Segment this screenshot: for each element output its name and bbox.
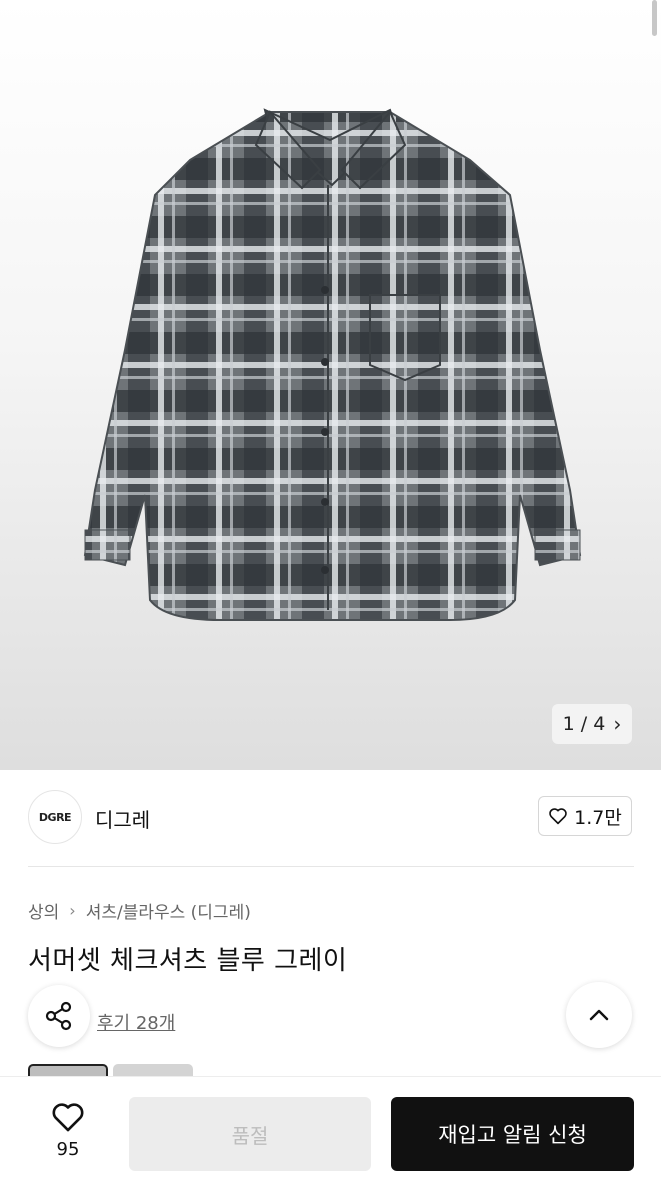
- reviews-link[interactable]: 후기 28개: [97, 1009, 175, 1035]
- heart-icon: [549, 808, 567, 825]
- scrollbar[interactable]: [652, 0, 657, 36]
- breadcrumb: 상의 › 셔츠/블라우스 (디그레): [28, 898, 251, 923]
- brand-logo-text: DGRE: [38, 810, 72, 824]
- image-counter[interactable]: 1 / 4 ›: [552, 704, 632, 744]
- product-image-gallery[interactable]: 1 / 4 ›: [0, 0, 661, 770]
- image-counter-text: 1 / 4: [562, 713, 606, 735]
- divider: [28, 866, 634, 867]
- brand-logo[interactable]: DGRE: [28, 790, 82, 844]
- breadcrumb-category[interactable]: 상의: [28, 898, 59, 923]
- soldout-button[interactable]: 품절: [129, 1097, 371, 1171]
- chevron-right-icon: ›: [69, 901, 76, 920]
- breadcrumb-subcategory[interactable]: 셔츠/블라우스 (디그레): [86, 898, 251, 923]
- share-icon: [45, 1001, 72, 1031]
- wishlist-count: 95: [56, 1139, 80, 1160]
- product-title: 서머셋 체크셔츠 블루 그레이: [28, 946, 348, 976]
- brand-name[interactable]: 디그레: [95, 804, 150, 833]
- heart-icon: [52, 1103, 84, 1132]
- bottom-action-bar: 95 품절 재입고 알림 신청: [0, 1076, 661, 1201]
- wishlist-button[interactable]: 95: [38, 1101, 98, 1160]
- product-image: [83, 108, 582, 621]
- scroll-top-button[interactable]: [566, 982, 632, 1048]
- brand-like-count: 1.7만: [574, 806, 622, 829]
- chevron-right-icon: ›: [613, 712, 622, 736]
- share-button[interactable]: [28, 985, 90, 1047]
- brand-row[interactable]: DGRE 디그레 1.7만: [28, 790, 634, 848]
- brand-like-button[interactable]: 1.7만: [538, 796, 632, 836]
- chevron-up-icon: [589, 1009, 609, 1021]
- restock-alert-button[interactable]: 재입고 알림 신청: [391, 1097, 634, 1171]
